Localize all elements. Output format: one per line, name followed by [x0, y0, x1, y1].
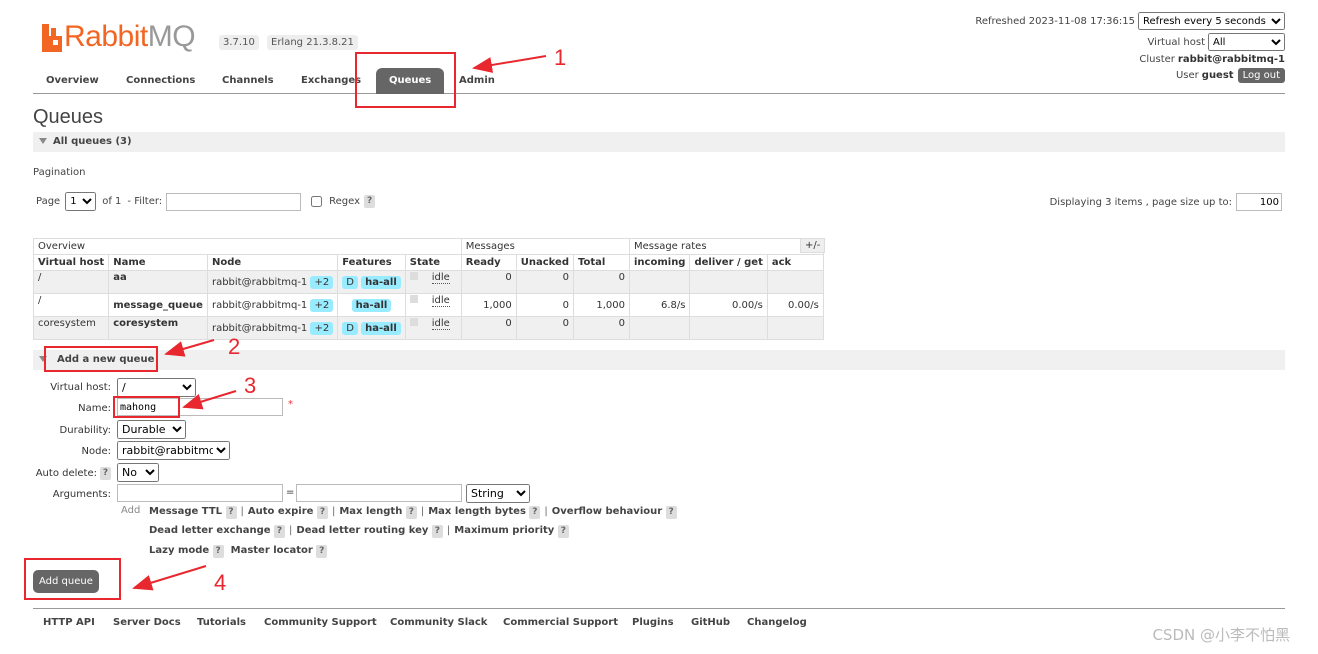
annotation-arrow-1 [472, 55, 547, 73]
annotation-arrow-3 [182, 390, 237, 410]
annotation-number-4: 4 [214, 570, 227, 595]
annotation-arrow-2 [164, 339, 215, 357]
annotation-number-2: 2 [228, 334, 241, 359]
annotation-number-3: 3 [244, 373, 257, 398]
annotation-arrow-4 [132, 565, 207, 591]
annotation-number-1: 1 [554, 45, 567, 70]
annotation-arrows [132, 55, 547, 591]
